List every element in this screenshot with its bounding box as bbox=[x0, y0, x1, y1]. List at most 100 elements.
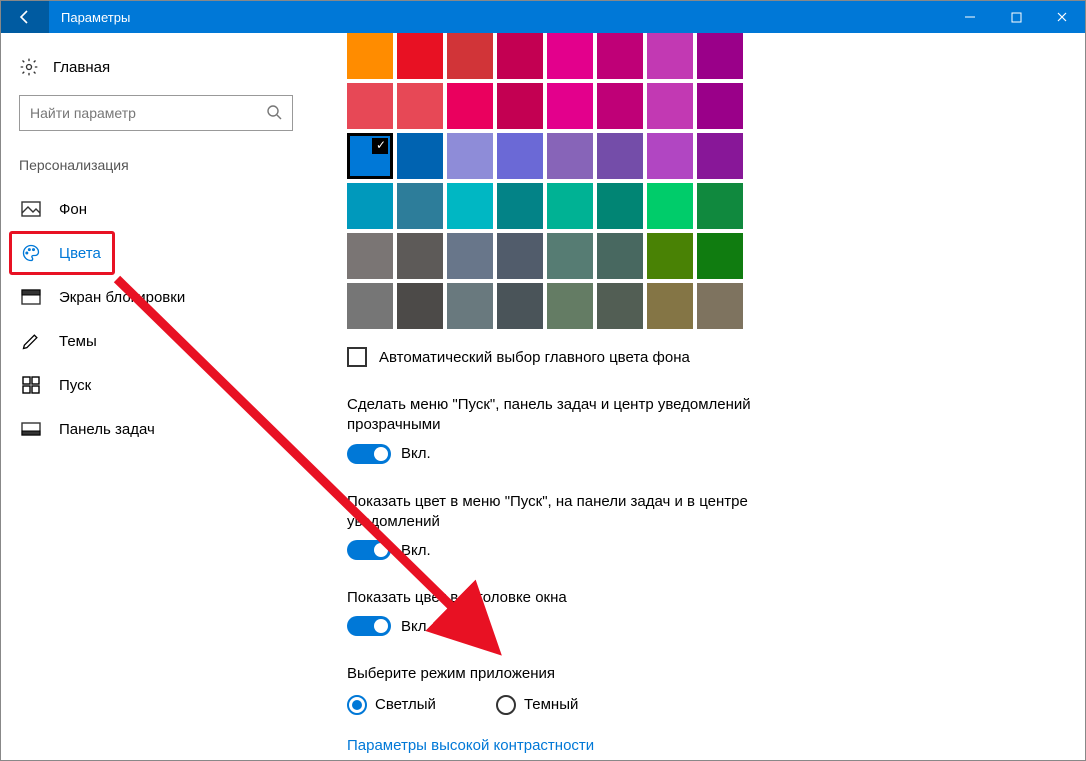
search-placeholder: Найти параметр bbox=[30, 105, 136, 121]
check-icon: ✓ bbox=[376, 138, 386, 152]
color-swatch[interactable] bbox=[447, 183, 493, 229]
app-mode-block: Выберите режим приложения Светлый Темный bbox=[347, 664, 767, 714]
close-button[interactable] bbox=[1039, 1, 1085, 33]
checkbox[interactable] bbox=[347, 347, 367, 367]
toggle-setting: Показать цвет в меню "Пуск", на панели з… bbox=[347, 492, 767, 561]
color-swatch[interactable] bbox=[347, 83, 393, 129]
color-swatch[interactable] bbox=[347, 33, 393, 79]
titlebar: Параметры bbox=[1, 1, 1085, 33]
color-swatch[interactable] bbox=[447, 33, 493, 79]
toggle-row: Вкл. bbox=[347, 616, 767, 636]
toggle-switch[interactable] bbox=[347, 540, 391, 560]
color-swatch[interactable] bbox=[497, 33, 543, 79]
home-row[interactable]: Главная bbox=[1, 49, 311, 85]
gear-icon bbox=[19, 57, 39, 77]
sidebar-item-label: Темы bbox=[59, 333, 97, 350]
color-swatch[interactable] bbox=[697, 183, 743, 229]
sidebar-item-label: Пуск bbox=[59, 377, 91, 394]
lockscreen-icon bbox=[21, 287, 41, 307]
color-swatch[interactable] bbox=[547, 83, 593, 129]
color-swatch[interactable] bbox=[447, 233, 493, 279]
sidebar-item-label: Фон bbox=[59, 201, 87, 218]
color-swatch[interactable] bbox=[597, 283, 643, 329]
color-swatch[interactable] bbox=[597, 83, 643, 129]
color-swatch[interactable] bbox=[397, 183, 443, 229]
color-swatch[interactable] bbox=[497, 83, 543, 129]
color-swatch[interactable] bbox=[447, 83, 493, 129]
color-swatch[interactable] bbox=[547, 183, 593, 229]
sidebar-item-themes[interactable]: Темы bbox=[1, 319, 311, 363]
color-swatch[interactable]: ✓ bbox=[347, 133, 393, 179]
sidebar-item-background[interactable]: Фон bbox=[1, 187, 311, 231]
color-swatch[interactable] bbox=[647, 233, 693, 279]
radio-icon[interactable] bbox=[347, 695, 367, 715]
search-input[interactable]: Найти параметр bbox=[19, 95, 293, 131]
sidebar-item-lockscreen[interactable]: Экран блокировки bbox=[1, 275, 311, 319]
radio-label: Светлый bbox=[375, 696, 436, 713]
radio-dark[interactable]: Темный bbox=[496, 695, 578, 715]
color-swatch[interactable] bbox=[697, 283, 743, 329]
toggle-switch[interactable] bbox=[347, 444, 391, 464]
color-swatch[interactable] bbox=[597, 133, 643, 179]
start-icon bbox=[21, 375, 41, 395]
maximize-button[interactable] bbox=[993, 1, 1039, 33]
back-button[interactable] bbox=[1, 1, 49, 33]
color-grid: ✓ bbox=[347, 33, 1085, 329]
color-swatch[interactable] bbox=[647, 133, 693, 179]
section-header: Персонализация bbox=[1, 149, 311, 187]
setting-label: Показать цвет в меню "Пуск", на панели з… bbox=[347, 492, 767, 533]
content-area: ✓ Автоматический выбор главного цвета фо… bbox=[311, 33, 1085, 760]
toggle-state: Вкл. bbox=[401, 542, 431, 559]
settings-window: Параметры Главная bbox=[0, 0, 1086, 761]
color-swatch[interactable] bbox=[547, 233, 593, 279]
color-swatch[interactable] bbox=[597, 233, 643, 279]
sidebar-item-colors[interactable]: Цвета bbox=[1, 231, 311, 275]
color-swatch[interactable] bbox=[647, 83, 693, 129]
home-label: Главная bbox=[53, 59, 110, 76]
radio-light[interactable]: Светлый bbox=[347, 695, 436, 715]
color-swatch[interactable] bbox=[397, 83, 443, 129]
setting-label: Показать цвет в заголовке окна bbox=[347, 588, 767, 608]
sidebar-item-taskbar[interactable]: Панель задач bbox=[1, 407, 311, 451]
sidebar-item-label: Панель задач bbox=[59, 421, 155, 438]
search-icon bbox=[266, 104, 282, 123]
color-swatch[interactable] bbox=[397, 283, 443, 329]
toggle-state: Вкл. bbox=[401, 445, 431, 462]
color-swatch[interactable] bbox=[447, 133, 493, 179]
sidebar-item-label: Экран блокировки bbox=[59, 289, 185, 306]
high-contrast-link[interactable]: Параметры высокой контрастности bbox=[347, 737, 1085, 754]
color-swatch[interactable] bbox=[497, 283, 543, 329]
sidebar-item-start[interactable]: Пуск bbox=[1, 363, 311, 407]
color-swatch[interactable] bbox=[397, 33, 443, 79]
color-swatch[interactable] bbox=[647, 283, 693, 329]
toggle-row: Вкл. bbox=[347, 444, 767, 464]
color-swatch[interactable] bbox=[497, 183, 543, 229]
color-swatch[interactable] bbox=[447, 283, 493, 329]
toggle-row: Вкл. bbox=[347, 540, 767, 560]
color-swatch[interactable] bbox=[547, 133, 593, 179]
color-swatch[interactable] bbox=[597, 183, 643, 229]
color-swatch[interactable] bbox=[397, 233, 443, 279]
toggle-switch[interactable] bbox=[347, 616, 391, 636]
color-swatch[interactable] bbox=[697, 133, 743, 179]
color-swatch[interactable] bbox=[647, 183, 693, 229]
color-swatch[interactable] bbox=[597, 33, 643, 79]
radio-icon[interactable] bbox=[496, 695, 516, 715]
toggle-setting: Сделать меню "Пуск", панель задач и цент… bbox=[347, 395, 767, 464]
color-swatch[interactable] bbox=[697, 83, 743, 129]
color-swatch[interactable] bbox=[347, 183, 393, 229]
color-swatch[interactable] bbox=[347, 233, 393, 279]
window-title: Параметры bbox=[61, 10, 130, 25]
color-swatch[interactable] bbox=[697, 33, 743, 79]
color-swatch[interactable] bbox=[497, 133, 543, 179]
color-swatch[interactable] bbox=[647, 33, 693, 79]
color-swatch[interactable] bbox=[397, 133, 443, 179]
minimize-button[interactable] bbox=[947, 1, 993, 33]
auto-color-row[interactable]: Автоматический выбор главного цвета фона bbox=[347, 347, 1085, 367]
color-swatch[interactable] bbox=[547, 283, 593, 329]
brush-icon bbox=[21, 331, 41, 351]
color-swatch[interactable] bbox=[347, 283, 393, 329]
color-swatch[interactable] bbox=[547, 33, 593, 79]
color-swatch[interactable] bbox=[697, 233, 743, 279]
color-swatch[interactable] bbox=[497, 233, 543, 279]
